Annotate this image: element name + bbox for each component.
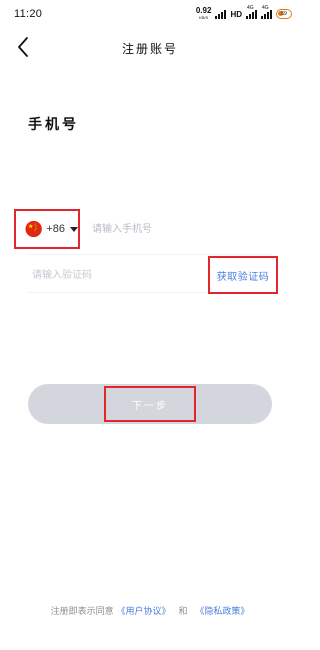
country-code-picker[interactable]: +86 [14, 209, 80, 249]
cell-signal-1-label: 4G [247, 5, 254, 11]
divider [28, 254, 272, 255]
get-code-button[interactable]: 获取验证码 [208, 256, 278, 294]
cell-signal-2-icon: 4G [261, 5, 272, 19]
divider [28, 292, 208, 293]
wifi-signal-icon [215, 9, 227, 19]
china-flag-icon [25, 220, 42, 238]
status-icons: 0.92 KB/S HD 4G 4G 59 [196, 5, 292, 22]
nav-title: 注册账号 [121, 42, 178, 56]
verification-code-input[interactable] [32, 262, 192, 288]
nav-bar: 注册账号 [0, 26, 300, 68]
battery-icon: 59 [276, 9, 292, 19]
cell-signal-2-label: 4G [262, 5, 269, 11]
network-speed-unit: KB/S [199, 15, 209, 20]
page-title: 手机号 [28, 117, 79, 133]
agreement-and: 和 [178, 607, 188, 617]
privacy-policy-link[interactable]: 《隐私政策》 [195, 607, 249, 617]
status-bar: 11:20 0.92 KB/S HD 4G 4G 59 [0, 0, 300, 26]
hd-label: HD [230, 9, 242, 19]
agreement-prefix: 注册即表示同意 [50, 607, 114, 617]
next-button[interactable] [28, 384, 272, 424]
battery-level: 59 [281, 11, 287, 17]
caret-down-icon [70, 226, 78, 232]
cell-signal-1-icon: 4G [246, 5, 257, 19]
network-speed: 0.92 KB/S [196, 7, 212, 21]
network-speed-value: 0.92 [195, 6, 212, 15]
agreement-footer: 注册即表示同意 《用户协议》 和 《隐私政策》 [0, 604, 300, 617]
user-agreement-link[interactable]: 《用户协议》 [117, 607, 171, 617]
country-code: +86 [46, 223, 65, 235]
status-time: 11:20 [14, 8, 43, 20]
phone-number-input[interactable] [92, 216, 272, 242]
